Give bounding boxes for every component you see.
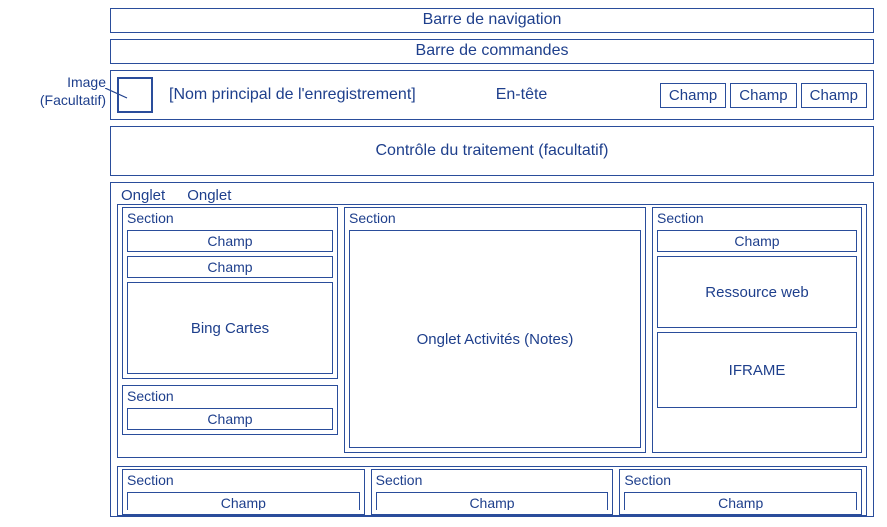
tab-content-row2: Section Champ Section Champ Section Cham… [117, 466, 867, 516]
form-field[interactable]: Champ [624, 492, 857, 510]
section: Section Onglet Activités (Notes) [344, 207, 646, 453]
header-field[interactable]: Champ [660, 83, 726, 108]
header-field[interactable]: Champ [801, 83, 867, 108]
section-title: Section [127, 210, 333, 226]
tab[interactable]: Onglet [187, 187, 231, 204]
navigation-bar[interactable]: Barre de navigation [110, 8, 874, 33]
record-image-placeholder[interactable] [117, 77, 153, 113]
form-field[interactable]: Champ [657, 230, 857, 252]
section-title: Section [376, 472, 609, 488]
section-title: Section [127, 388, 333, 404]
section: Section Champ [619, 469, 862, 515]
record-primary-name: [Nom principal de l'enregistrement] [169, 86, 416, 104]
image-annotation: Image (Facultatif) [4, 74, 106, 109]
section-title: Section [349, 210, 641, 226]
section-title: Section [127, 472, 360, 488]
form-field[interactable]: Champ [127, 408, 333, 430]
form-field[interactable]: Champ [376, 492, 609, 510]
section-title: Section [624, 472, 857, 488]
section: Section Champ Ressource web IFRAME [652, 207, 862, 453]
form-body: Onglet Onglet Section Champ Champ Bing C… [110, 182, 874, 517]
command-bar[interactable]: Barre de commandes [110, 39, 874, 64]
section-title: Section [657, 210, 857, 226]
activities-timeline[interactable]: Onglet Activités (Notes) [349, 230, 641, 448]
section: Section Champ [371, 469, 614, 515]
tab-content: Section Champ Champ Bing Cartes Section … [117, 204, 867, 458]
form-field[interactable]: Champ [127, 256, 333, 278]
form-field[interactable]: Champ [127, 230, 333, 252]
iframe-control[interactable]: IFRAME [657, 332, 857, 408]
section: Section Champ [122, 385, 338, 435]
header-field[interactable]: Champ [730, 83, 796, 108]
web-resource[interactable]: Ressource web [657, 256, 857, 328]
section: Section Champ Champ Bing Cartes [122, 207, 338, 379]
form-header: [Nom principal de l'enregistrement] En-t… [110, 70, 874, 120]
header-label: En-tête [496, 86, 548, 104]
section: Section Champ [122, 469, 365, 515]
process-control[interactable]: Contrôle du traitement (facultatif) [110, 126, 874, 176]
form-field[interactable]: Champ [127, 492, 360, 510]
bing-maps-control[interactable]: Bing Cartes [127, 282, 333, 374]
tab[interactable]: Onglet [121, 187, 165, 204]
